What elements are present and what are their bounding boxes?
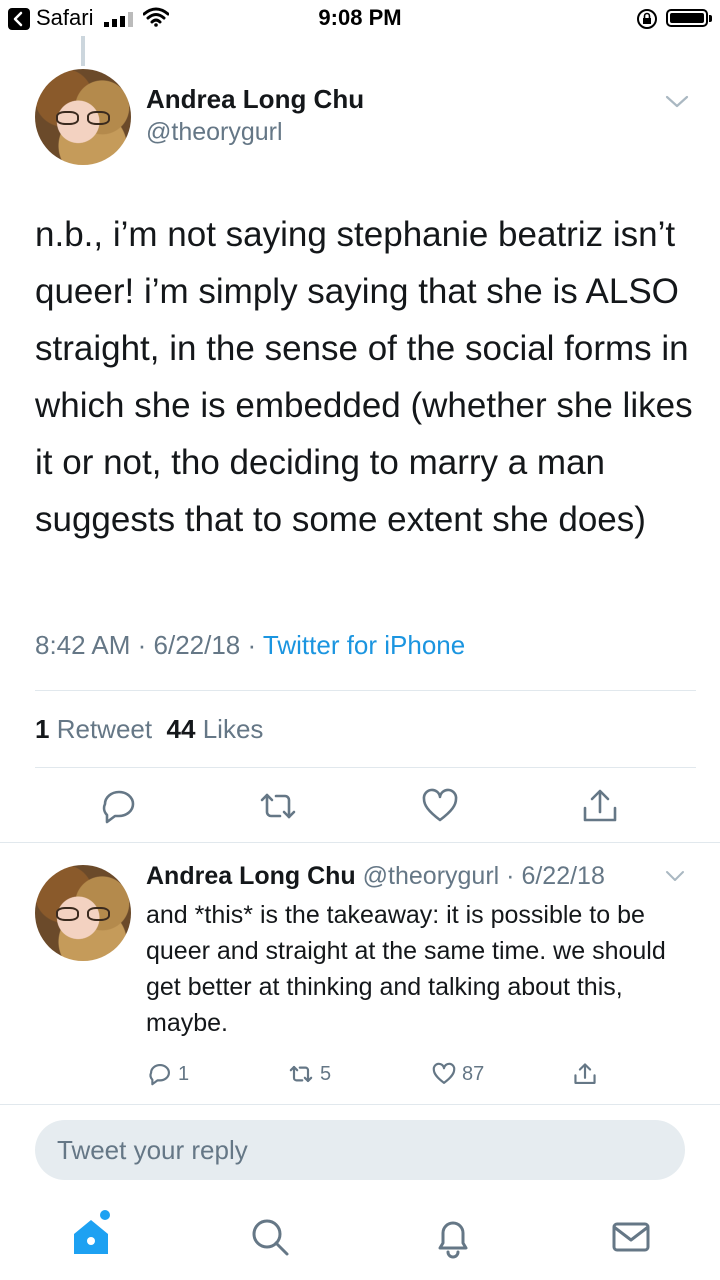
retweet-label[interactable]: Retweet xyxy=(57,714,152,744)
home-icon[interactable] xyxy=(66,1212,116,1262)
like-icon[interactable] xyxy=(418,784,462,828)
author-handle[interactable]: @theorygurl xyxy=(146,118,283,147)
like-count[interactable]: 44 xyxy=(167,714,196,744)
reply-date[interactable]: 6/22/18 xyxy=(521,862,604,890)
rotation-lock-icon xyxy=(636,8,658,35)
chevron-down-icon[interactable] xyxy=(664,92,690,115)
tweet-meta: 8:42 AM · 6/22/18 · Twitter for iPhone xyxy=(35,630,466,660)
retweet-count[interactable]: 1 xyxy=(35,714,49,744)
reply-reply-button[interactable]: 1 xyxy=(146,1060,189,1088)
author-avatar[interactable] xyxy=(35,69,131,165)
thread-connector xyxy=(81,36,85,66)
reply-author-handle[interactable]: @theorygurl xyxy=(363,862,500,890)
reply-like-count: 87 xyxy=(462,1062,485,1085)
retweet-icon xyxy=(289,1065,313,1083)
reply-text: and *this* is the takeaway: it is possib… xyxy=(146,901,666,1037)
tweet-stats: 1 Retweet 44 Likes xyxy=(35,714,263,745)
chevron-down-icon[interactable] xyxy=(664,868,686,889)
reply-like-button[interactable]: 87 xyxy=(430,1060,484,1088)
divider xyxy=(35,690,696,691)
like-icon xyxy=(432,1062,456,1084)
notifications-icon[interactable] xyxy=(428,1212,478,1262)
reply-header: Andrea Long Chu @theorygurl · 6/22/18 xyxy=(146,862,605,890)
search-icon[interactable] xyxy=(245,1212,295,1262)
status-time: 9:08 PM xyxy=(318,5,402,30)
tweet-text: n.b., i’m not saying stephanie beatriz i… xyxy=(35,215,693,539)
reply-retweet-button[interactable]: 5 xyxy=(286,1060,331,1088)
tweet-date: 6/22/18 xyxy=(153,630,241,660)
messages-icon[interactable] xyxy=(606,1212,656,1262)
author-name[interactable]: Andrea Long Chu xyxy=(146,84,364,115)
reply-reply-count: 1 xyxy=(178,1062,190,1085)
reply-author-name[interactable]: Andrea Long Chu xyxy=(146,862,356,890)
divider xyxy=(35,767,696,768)
tweet-time: 8:42 AM xyxy=(35,630,131,660)
divider xyxy=(0,842,720,843)
reply-share-button[interactable] xyxy=(571,1060,599,1088)
tweet-source-link[interactable]: Twitter for iPhone xyxy=(263,630,465,660)
reply-author-avatar[interactable] xyxy=(35,865,131,961)
share-icon xyxy=(574,1063,596,1084)
like-label[interactable]: Likes xyxy=(203,714,264,744)
battery-icon xyxy=(666,9,712,27)
divider xyxy=(0,1104,720,1105)
reply-retweet-count: 5 xyxy=(320,1062,332,1085)
share-icon[interactable] xyxy=(578,784,622,828)
status-bar: Safari 9:08 PM xyxy=(0,0,720,36)
reply-input[interactable]: Tweet your reply xyxy=(35,1120,685,1180)
retweet-icon[interactable] xyxy=(256,784,300,828)
reply-icon[interactable] xyxy=(97,784,141,828)
home-unread-dot xyxy=(100,1210,110,1220)
reply-icon xyxy=(149,1064,170,1086)
